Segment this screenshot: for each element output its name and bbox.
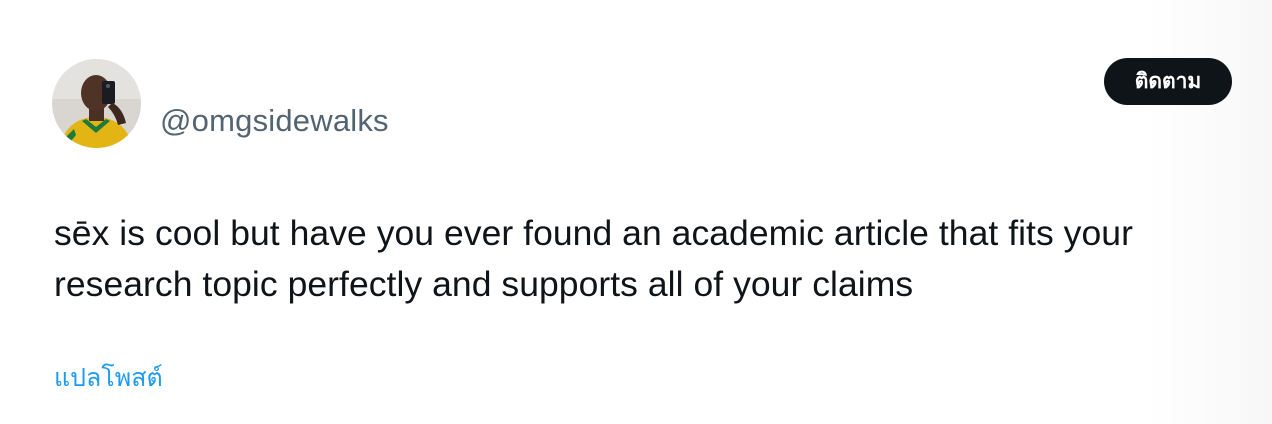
profile-photo-icon — [52, 58, 141, 148]
follow-button[interactable]: ติดตาม — [1104, 58, 1232, 105]
author-handle[interactable]: @omgsidewalks — [160, 103, 389, 139]
translate-post-link[interactable]: แปลโพสต์ — [54, 358, 163, 398]
tweet-text: sēx is cool but have you ever found an a… — [54, 213, 1143, 304]
tweet-header: @omgsidewalks — [52, 58, 389, 148]
tweet-card: @omgsidewalks ติดตาม sēx is cool but hav… — [0, 0, 1272, 424]
avatar[interactable] — [52, 58, 141, 148]
